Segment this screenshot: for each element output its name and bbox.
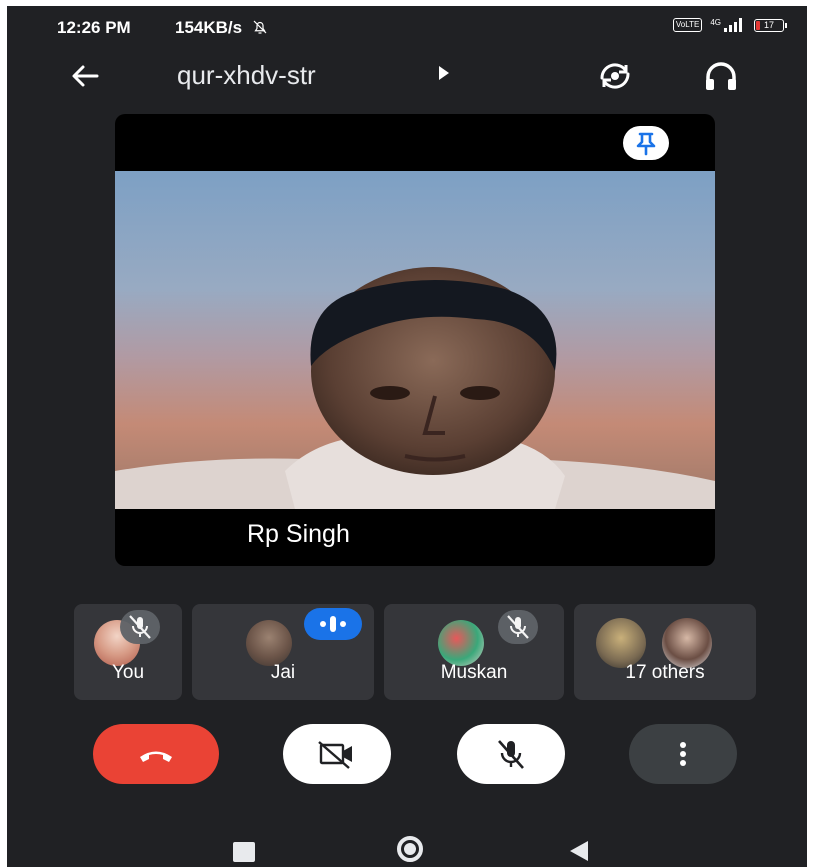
avatar [246,620,292,666]
battery-icon: 17 [754,18,787,32]
mic-off-icon [498,740,524,769]
participant-name: You [111,662,145,683]
mic-toggle-button[interactable] [457,724,565,784]
pin-button[interactable] [623,126,669,160]
switch-camera-icon [600,63,630,89]
avatar [438,620,484,666]
network-type-label: 4G [710,18,721,27]
triangle-back-icon[interactable] [570,841,588,861]
more-vertical-icon [680,742,686,766]
mic-off-icon [129,615,151,639]
camera-toggle-button[interactable] [283,724,391,784]
speaker-video-feed [115,171,715,509]
avatar [596,618,646,668]
meeting-details-arrow-icon[interactable] [439,66,449,80]
participant-name: 17 others [625,662,705,683]
meeting-code-title[interactable]: qur-xhdv-str [177,60,316,91]
switch-camera-button[interactable] [593,54,637,98]
speaker-video-image [115,267,715,509]
mic-off-icon [507,615,529,639]
participant-name: Jai [270,662,296,683]
phone-hangup-icon [140,751,172,762]
status-time: 12:26 PM [57,18,131,37]
home-dot [404,843,416,855]
arrow-left-icon [72,65,99,87]
audio-output-button[interactable] [699,54,743,98]
participant-name: Muskan [440,662,508,683]
status-icons: VoLTE 4G 17 [672,18,787,32]
avatar [662,618,712,668]
status-network-speed: 154KB/s [175,18,269,38]
end-call-button[interactable] [93,724,219,784]
meet-call-screen: 12:26 PM 154KB/s VoLTE 4G 17 qur-xhdv-st… [7,6,807,867]
mic-off-indicator [120,610,160,644]
square-recent-icon[interactable] [233,842,255,862]
participant-tile-you[interactable]: You [74,604,182,700]
volte-badge: VoLTE [672,18,703,32]
mic-off-indicator [498,610,538,644]
headphones-icon [706,62,736,90]
network-speed-label: 154KB/s [175,18,243,37]
pin-icon [636,132,656,156]
audio-level-icon [320,616,346,632]
more-options-button[interactable] [629,724,737,784]
participant-tile-others[interactable]: 17 others [574,604,756,700]
signal-bars-icon [724,18,742,32]
signal-indicator: 4G [710,18,746,32]
battery-level: 17 [763,20,774,30]
camera-off-icon [318,741,352,769]
speaking-indicator [304,608,362,640]
back-button[interactable] [63,54,107,98]
speaker-name: Rp Singh [247,520,350,548]
participant-tile-muskan[interactable]: Muskan [384,604,564,700]
participant-tile-jai[interactable]: Jai [192,604,374,700]
main-speaker-tile[interactable]: Rp Singh [115,114,715,566]
bell-off-icon [253,20,267,34]
